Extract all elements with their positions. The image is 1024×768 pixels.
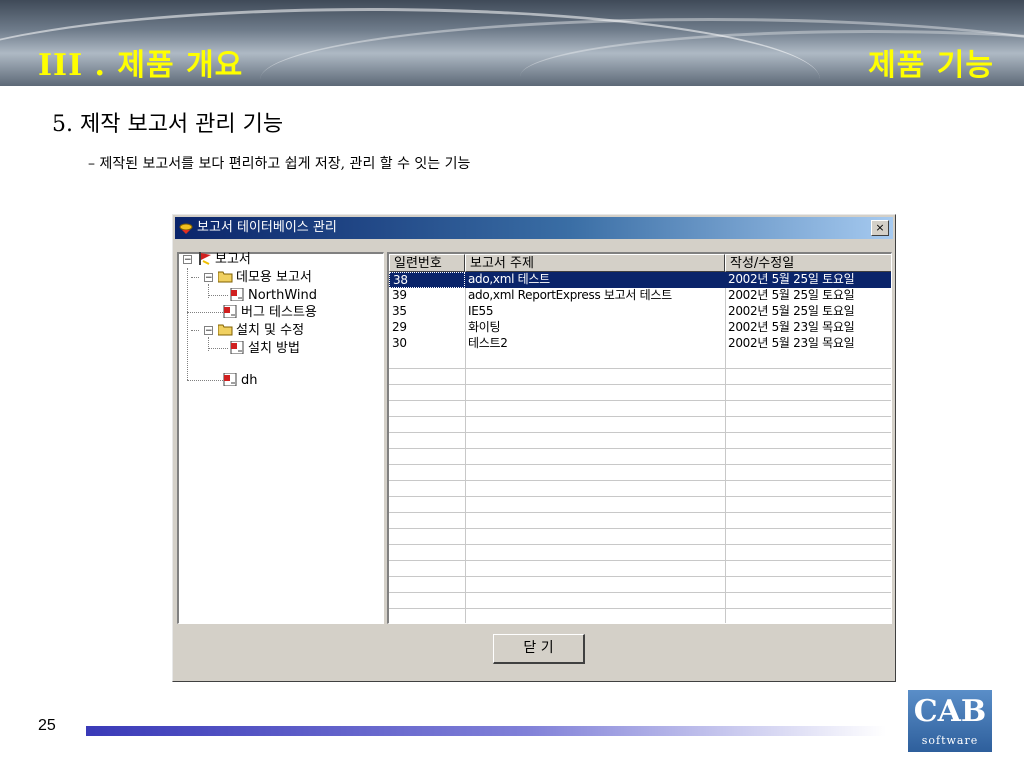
close-icon[interactable]: × — [871, 220, 889, 236]
footer-bar — [86, 726, 886, 736]
slide-subheading: – 제작된 보고서를 보다 편리하고 쉽게 저장, 관리 할 수 잇는 기능 — [88, 156, 471, 172]
grid-row-line — [389, 384, 891, 385]
tree-connector — [187, 268, 188, 380]
table-row[interactable]: 39 ado,xml ReportExpress 보고서 테스트 2002년 5… — [389, 288, 891, 304]
column-header-serial[interactable]: 일련번호 — [389, 254, 465, 272]
tree-connector — [208, 295, 228, 296]
app-icon — [179, 223, 193, 234]
grid-row-line — [389, 560, 891, 561]
tree-item-report[interactable]: 버그 테스트용 — [223, 304, 317, 321]
page-number: 25 — [38, 717, 56, 734]
grid-row-line — [389, 464, 891, 465]
tree-item-folder[interactable]: 데모용 보고서 — [218, 269, 312, 286]
folder-icon — [218, 271, 233, 283]
folder-icon — [218, 324, 233, 336]
report-grid[interactable]: 일련번호 보고서 주제 작성/수정일 38 ado,xml 테스트 2002년 … — [387, 252, 892, 624]
slide-topic-title: 제품 기능 — [868, 48, 994, 83]
red-flag-icon — [199, 252, 211, 265]
report-icon — [230, 341, 244, 354]
slide-banner: III . 제품 개요 제품 기능 — [0, 0, 1024, 86]
report-icon — [230, 288, 244, 301]
tree-connector — [191, 277, 199, 278]
tree-item-report[interactable]: dh — [223, 372, 258, 389]
tree-item-report[interactable]: 설치 방법 — [230, 340, 300, 357]
tree-connector — [191, 330, 199, 331]
close-button[interactable]: 닫 기 — [493, 634, 585, 664]
grid-row-line — [389, 592, 891, 593]
grid-row-line — [389, 608, 891, 609]
grid-row-line — [389, 576, 891, 577]
grid-row-line — [389, 496, 891, 497]
dialog-title: 보고서 테이터베이스 관리 — [197, 220, 337, 235]
grid-row-line — [389, 432, 891, 433]
slide-heading: 5. 제작 보고서 관리 기능 — [52, 112, 284, 137]
grid-row-line — [389, 512, 891, 513]
tree-connector — [187, 312, 223, 313]
table-row[interactable]: 30 테스트2 2002년 5월 23일 목요일 — [389, 336, 891, 352]
table-row[interactable]: 38 ado,xml 테스트 2002년 5월 25일 토요일 — [389, 272, 891, 288]
table-row[interactable]: 35 IE55 2002년 5월 25일 토요일 — [389, 304, 891, 320]
report-db-dialog: 보고서 테이터베이스 관리 × − − − 보고서 데모용 보고서 NorthW… — [172, 214, 896, 682]
cab-logo: CAB software — [908, 690, 992, 752]
grid-row-line — [389, 368, 891, 369]
column-header-subject[interactable]: 보고서 주제 — [465, 254, 725, 272]
tree-item-report[interactable]: NorthWind — [230, 287, 317, 304]
tree-item-folder[interactable]: 설치 및 수정 — [218, 322, 304, 339]
report-icon — [223, 305, 237, 318]
grid-row-line — [389, 416, 891, 417]
report-tree[interactable]: − − − 보고서 데모용 보고서 NorthWind 버그 테스트용 설치 및… — [177, 252, 384, 624]
column-header-date[interactable]: 작성/수정일 — [725, 254, 891, 272]
tree-connector — [187, 380, 223, 381]
report-icon — [223, 373, 237, 386]
grid-row-line — [389, 528, 891, 529]
grid-row-line — [389, 544, 891, 545]
grid-row-line — [389, 400, 891, 401]
slide-section-title: III . 제품 개요 — [38, 48, 244, 83]
tree-item-root[interactable]: 보고서 — [197, 251, 251, 268]
grid-row-line — [389, 480, 891, 481]
grid-row-line — [389, 448, 891, 449]
tree-connector — [208, 348, 228, 349]
collapse-toggle[interactable]: − — [204, 273, 213, 283]
collapse-toggle[interactable]: − — [183, 255, 192, 265]
dialog-titlebar[interactable]: 보고서 테이터베이스 관리 × — [175, 217, 893, 239]
collapse-toggle[interactable]: − — [204, 326, 213, 336]
table-row[interactable]: 29 화이팅 2002년 5월 23일 목요일 — [389, 320, 891, 336]
